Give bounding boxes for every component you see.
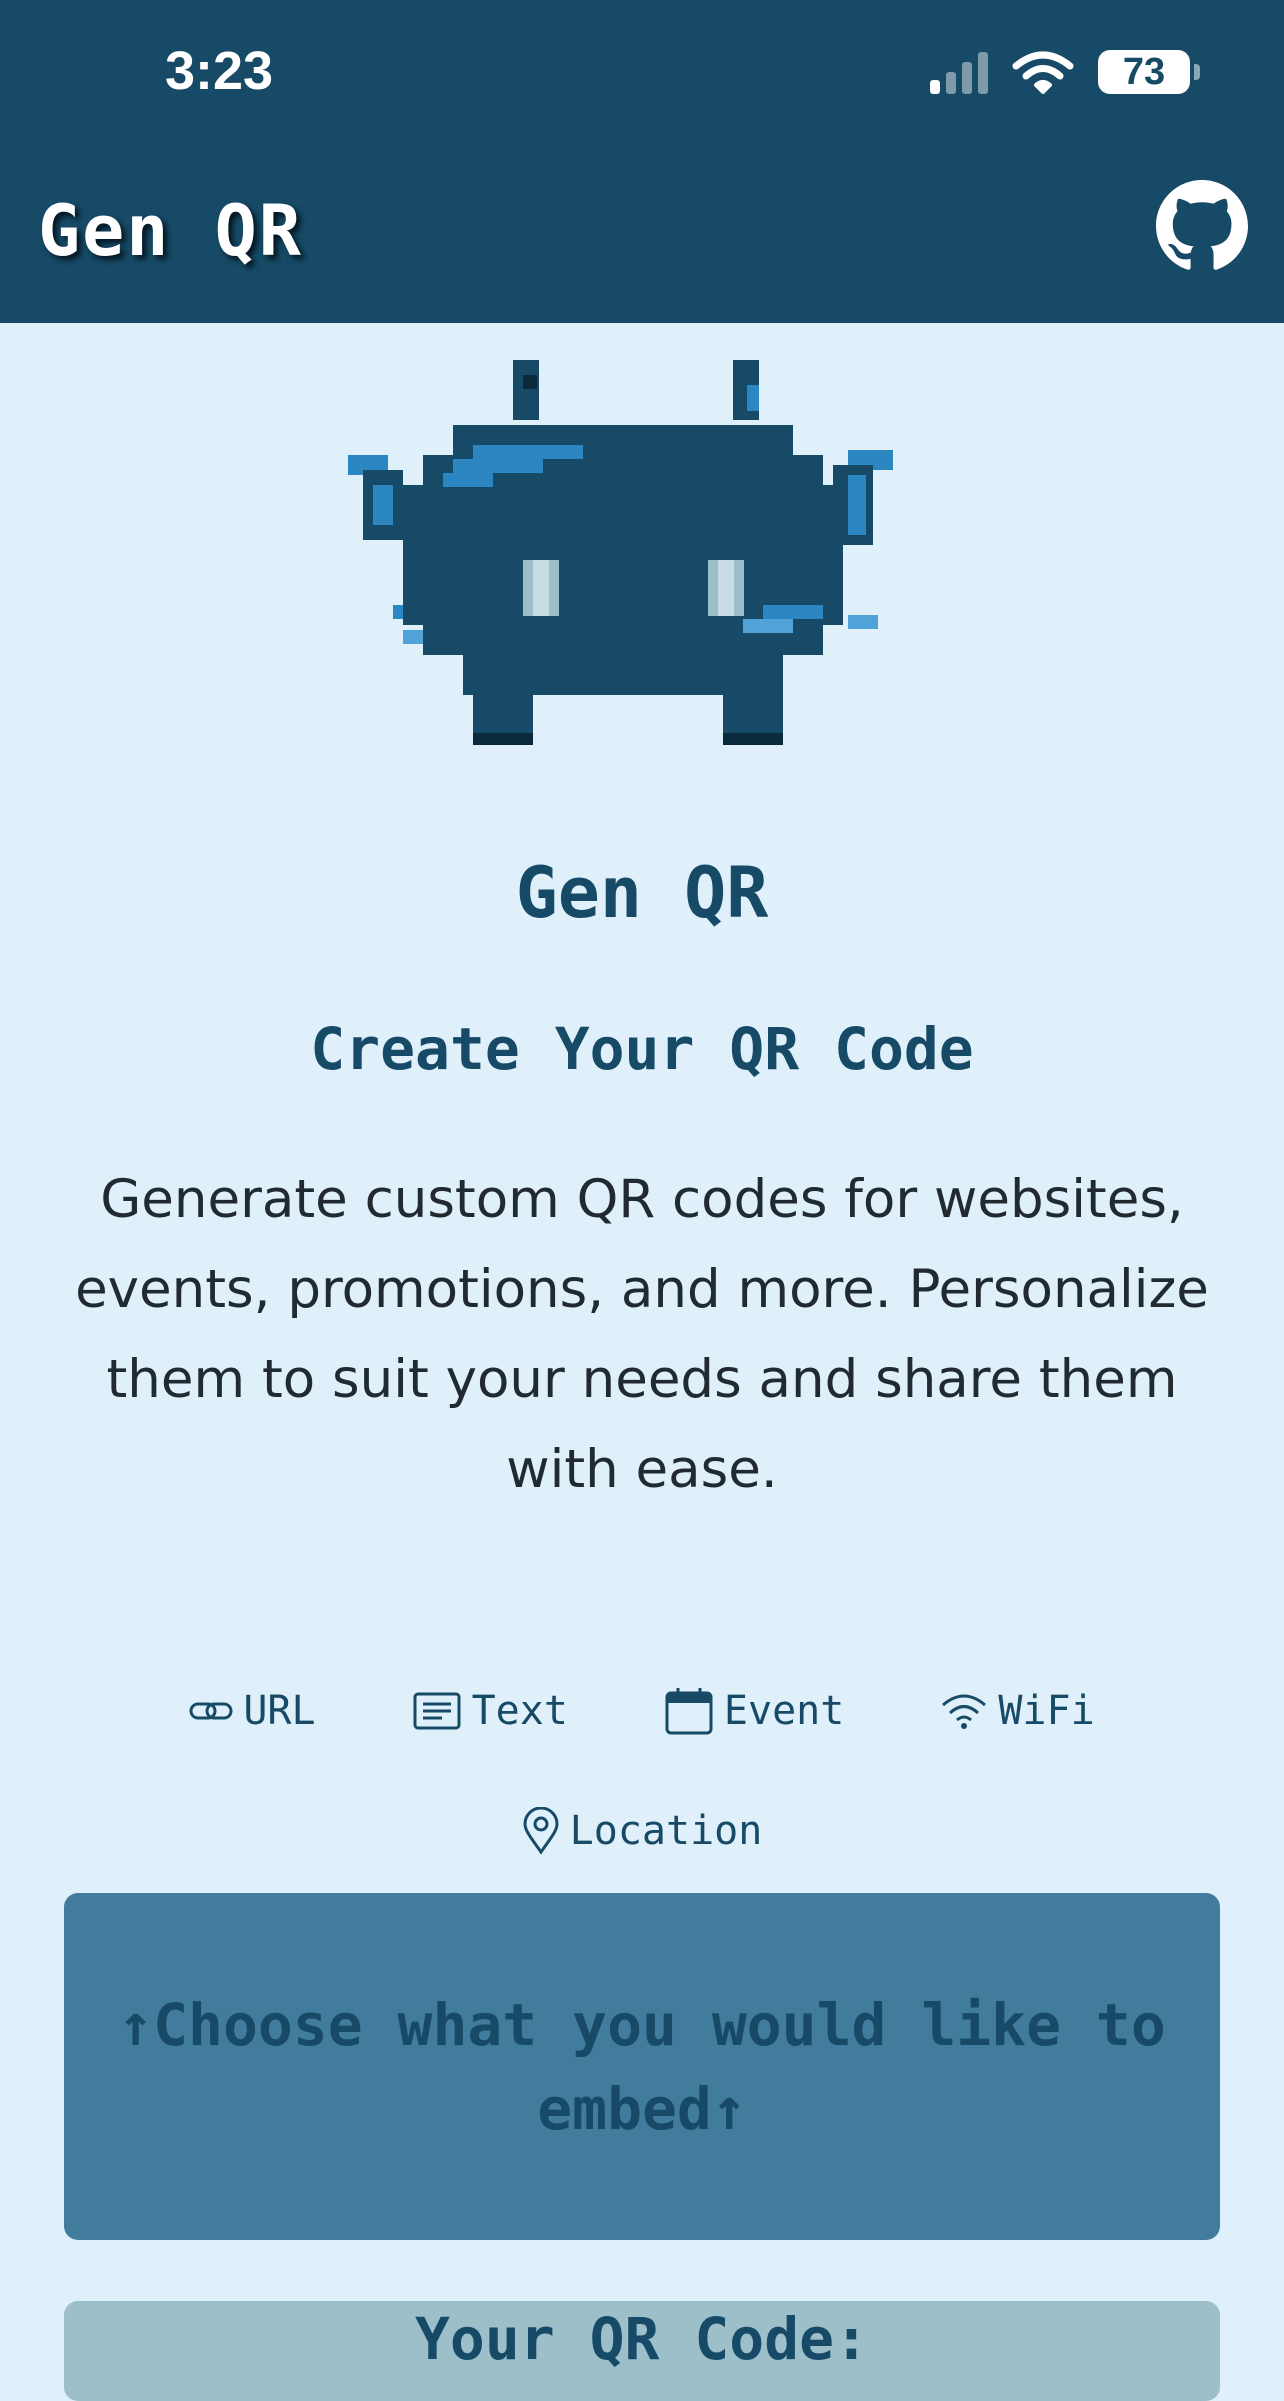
tab-url[interactable]: URL <box>189 1680 316 1742</box>
hero-title: Gen QR <box>515 852 769 934</box>
mascot-illustration <box>348 360 893 745</box>
status-icons: 73 <box>930 50 1200 94</box>
text-icon <box>413 1692 461 1730</box>
hero-description: Generate custom QR codes for websites, e… <box>75 1169 1209 1500</box>
wifi-icon <box>942 1694 987 1729</box>
tab-text-label: Text <box>471 1688 568 1734</box>
tab-url-label: URL <box>243 1688 316 1734</box>
app-title: Gen QR <box>38 190 303 272</box>
wifi-status-icon <box>1012 51 1074 94</box>
qr-code-title: Your QR Code: <box>415 2305 869 2373</box>
calendar-icon <box>665 1688 713 1735</box>
github-icon[interactable] <box>1156 180 1248 272</box>
embed-panel: ↑Choose what you would like to embed↑ <box>64 1893 1220 2240</box>
tab-location-label: Location <box>569 1808 763 1854</box>
tab-wifi-label: WiFi <box>998 1688 1095 1734</box>
battery-icon: 73 <box>1098 50 1200 94</box>
location-pin-icon <box>523 1807 559 1855</box>
qr-code-panel: Your QR Code: <box>64 2301 1220 2401</box>
app-header: 3:23 73 Gen QR <box>0 0 1284 323</box>
embed-type-tabs: URL Text Event WiFi Location <box>0 1680 1284 1862</box>
link-icon <box>189 1702 233 1720</box>
hero-subtitle: Create Your QR Code <box>310 1015 974 1083</box>
status-time: 3:23 <box>165 41 274 101</box>
tab-event-label: Event <box>723 1688 845 1734</box>
tab-text[interactable]: Text <box>412 1680 568 1742</box>
tab-location[interactable]: Location <box>522 1800 763 1862</box>
embed-prompt: ↑Choose what you would like to embed↑ <box>118 1990 1166 2143</box>
tab-wifi[interactable]: WiFi <box>940 1680 1095 1742</box>
tab-event[interactable]: Event <box>664 1680 844 1742</box>
signal-icon <box>930 50 988 94</box>
